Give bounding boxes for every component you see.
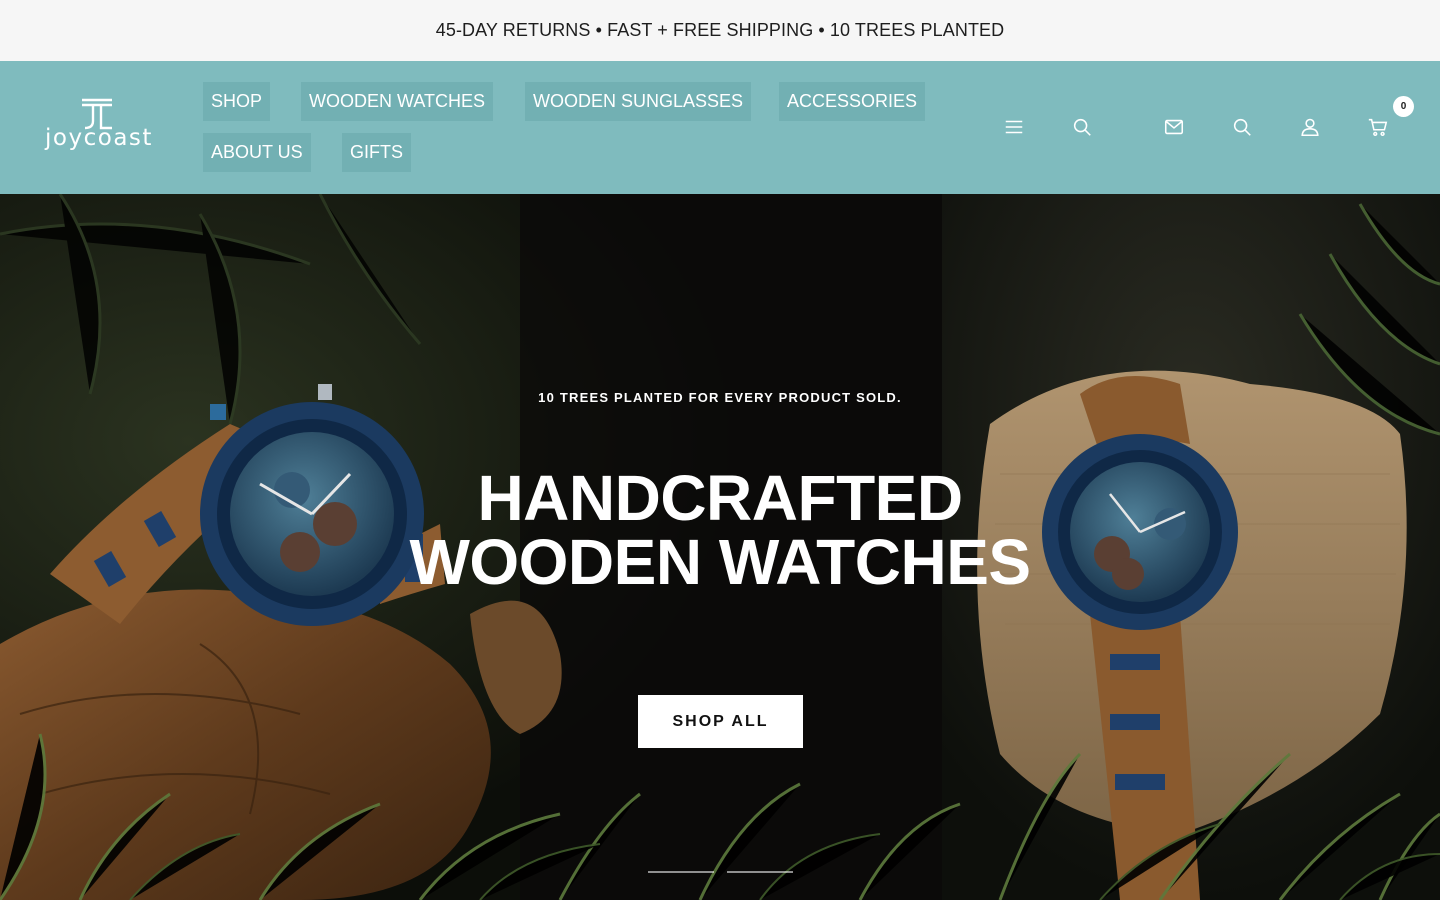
hero-title: HANDCRAFTED WOODEN WATCHES xyxy=(0,466,1440,594)
nav-label: GIFTS xyxy=(350,142,403,162)
mail-icon[interactable] xyxy=(1162,115,1186,139)
menu-icon[interactable] xyxy=(1002,115,1026,139)
announcement-text: 45-DAY RETURNS • FAST + FREE SHIPPING • … xyxy=(435,20,1005,40)
nav-item-shop[interactable]: SHOP xyxy=(203,82,271,121)
brand-name: joycoast xyxy=(45,125,153,151)
hero-title-line1: HANDCRAFTED xyxy=(477,462,963,534)
nav-label: SHOP xyxy=(211,91,263,111)
account-icon[interactable] xyxy=(1298,115,1322,139)
nav-label: WOODEN WATCHES xyxy=(309,91,485,111)
nav-item-gifts[interactable]: GIFTS xyxy=(342,133,411,172)
hero-kicker: 10 TREES PLANTED FOR EVERY PRODUCT SOLD. xyxy=(538,390,902,405)
nav-label: WOODEN SUNGLASSES xyxy=(533,91,744,111)
site-header: joycoast SHOP WOODEN WATCHES WOODEN SUNG… xyxy=(0,61,1440,194)
cart-count-badge: 0 xyxy=(1393,96,1414,117)
nav-item-about-us[interactable]: ABOUT US xyxy=(203,133,311,172)
search-icon[interactable] xyxy=(1070,115,1094,139)
shop-all-button[interactable]: SHOP ALL xyxy=(638,695,803,748)
hero-title-line2: WOODEN WATCHES xyxy=(409,526,1031,598)
slide-indicator-2[interactable] xyxy=(727,871,793,873)
announcement-bar: 45-DAY RETURNS • FAST + FREE SHIPPING • … xyxy=(0,0,1440,61)
brand-logo[interactable]: joycoast xyxy=(40,97,158,159)
nav-label: ACCESSORIES xyxy=(787,91,918,111)
nav-item-wooden-watches[interactable]: WOODEN WATCHES xyxy=(301,82,493,121)
slide-indicator-1[interactable] xyxy=(648,871,714,873)
nav-item-wooden-sunglasses[interactable]: WOODEN SUNGLASSES xyxy=(525,82,752,121)
nav-label: ABOUT US xyxy=(211,142,303,162)
nav-item-accessories[interactable]: ACCESSORIES xyxy=(779,82,926,121)
search-icon[interactable] xyxy=(1230,115,1254,139)
cart-icon[interactable] xyxy=(1366,115,1390,139)
hero-banner: 10 TREES PLANTED FOR EVERY PRODUCT SOLD.… xyxy=(0,194,1440,900)
